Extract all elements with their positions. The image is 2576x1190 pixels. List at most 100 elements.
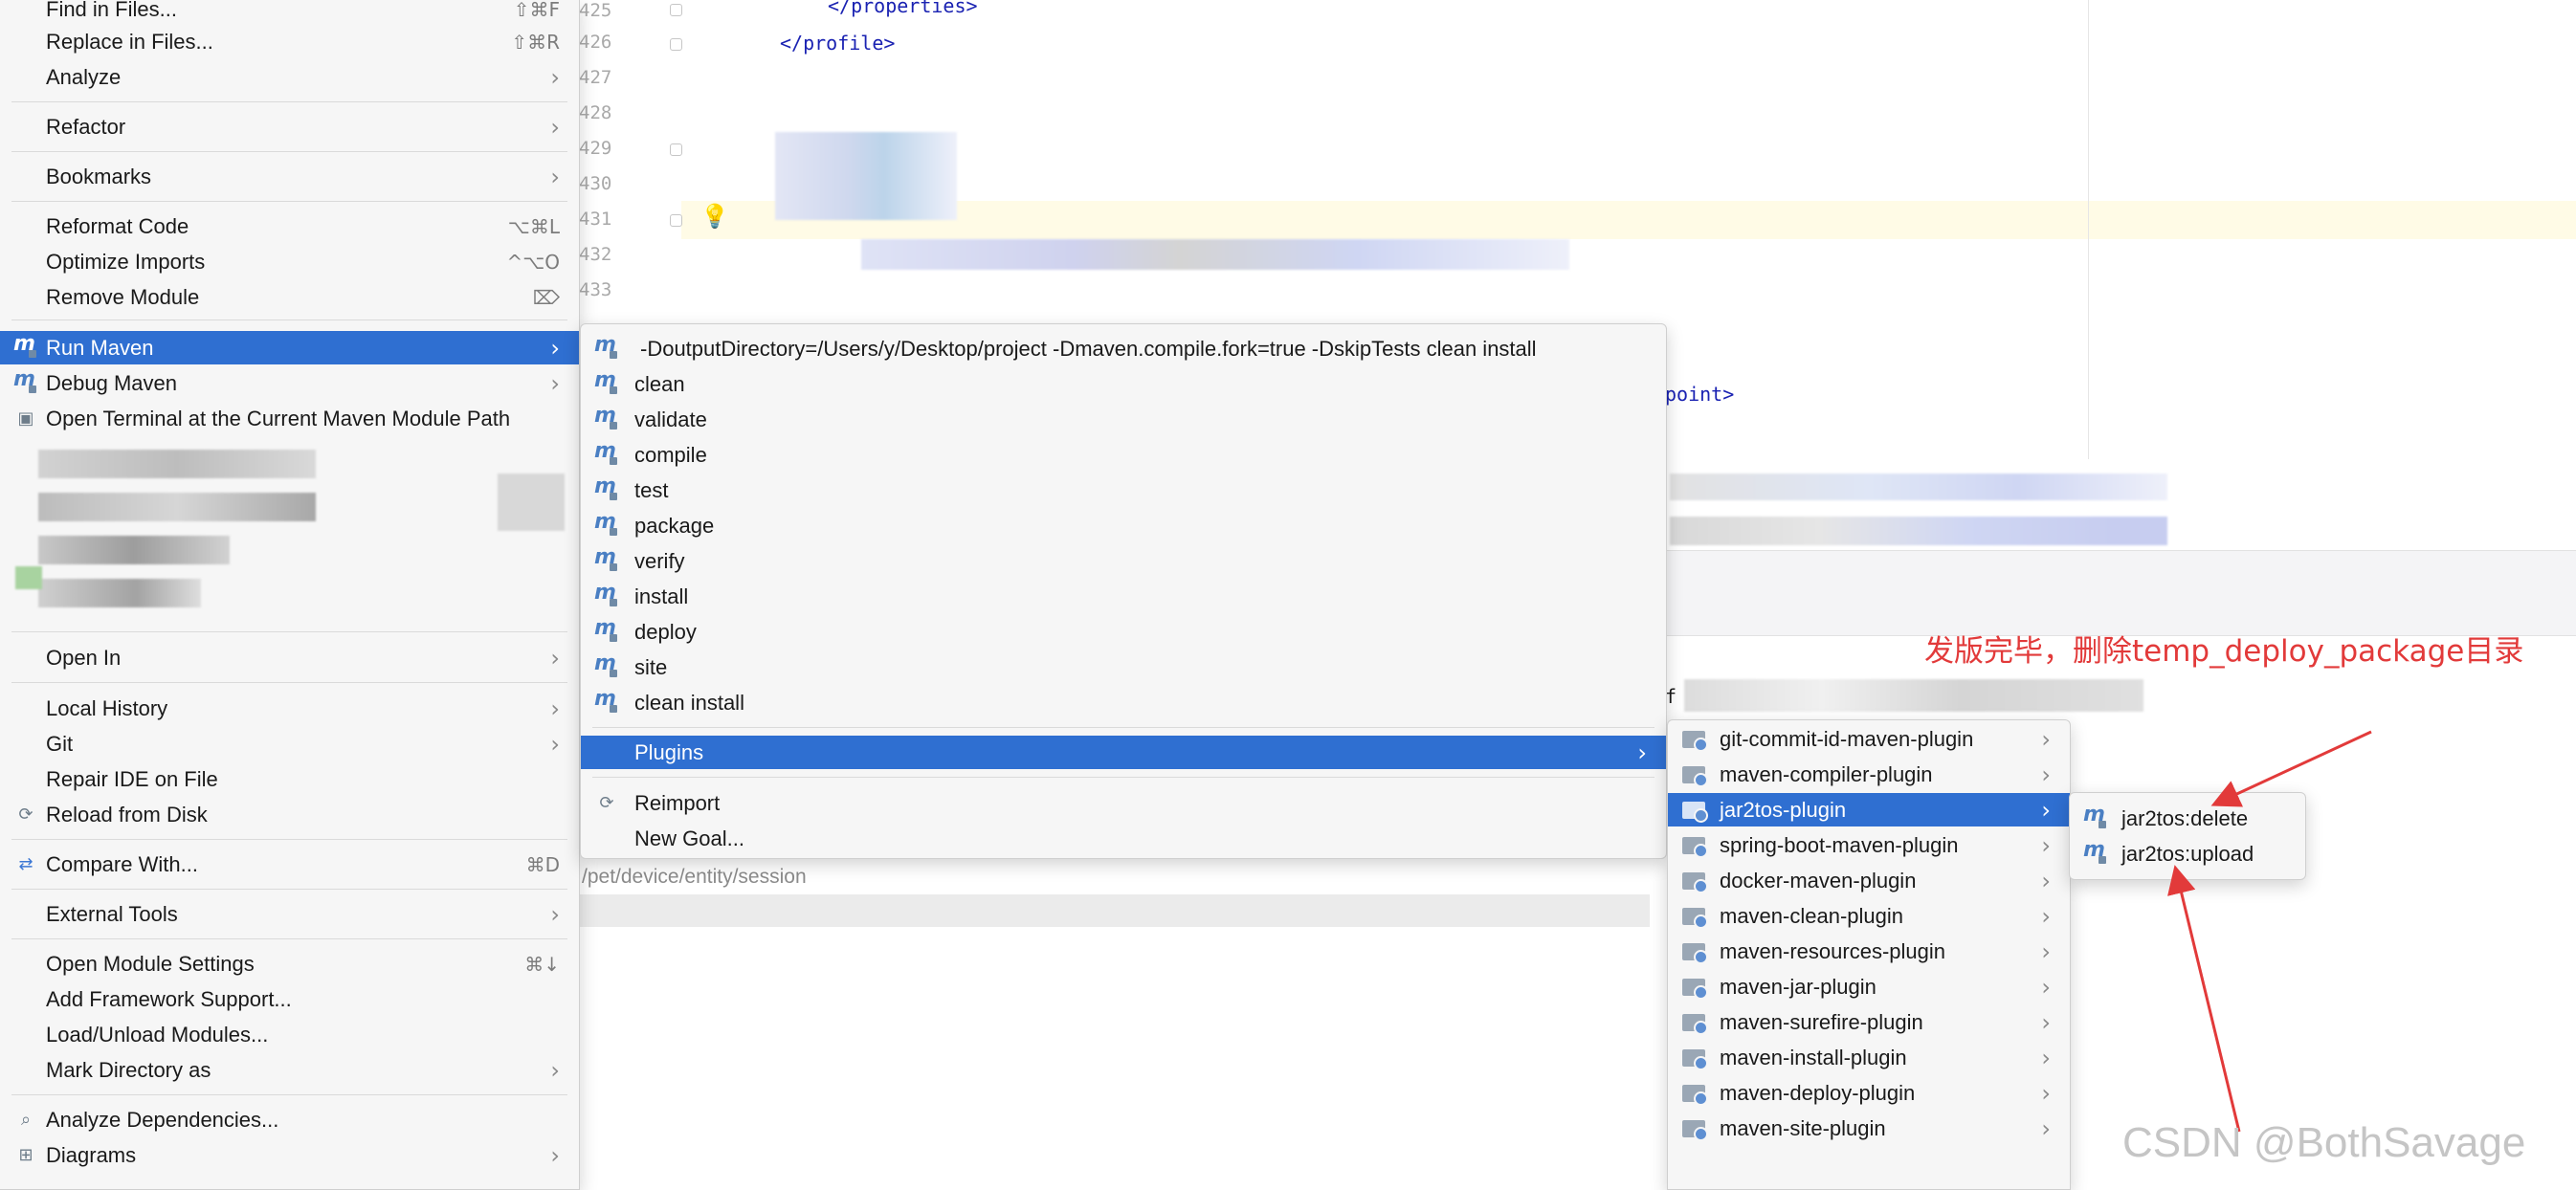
plugin-item[interactable]: maven-install-plugin › — [1668, 1041, 2070, 1074]
line-number: 427 — [579, 67, 612, 88]
run-maven-submenu: -DoutputDirectory=/Users/y/Desktop/proje… — [580, 323, 1667, 859]
plugin-item[interactable]: maven-clean-plugin › — [1668, 899, 2070, 933]
plugin-item[interactable]: spring-boot-maven-plugin › — [1668, 828, 2070, 862]
redacted-block — [38, 450, 316, 478]
chevron-right-icon: › — [2041, 760, 2051, 788]
maven-goal-icon — [594, 616, 619, 645]
plugin-item[interactable]: maven-surefire-plugin › — [1668, 1005, 2070, 1039]
menu-separator — [11, 938, 567, 939]
menu-item-plugins[interactable]: Plugins › — [581, 736, 1666, 769]
menu-item-debug-maven[interactable]: Debug Maven› — [0, 366, 579, 400]
maven-goal-item[interactable]: test — [581, 474, 1666, 507]
menu-separator — [592, 777, 1654, 778]
menu-item-new-goal[interactable]: New Goal... — [581, 822, 1666, 855]
plugin-item[interactable]: maven-jar-plugin › — [1668, 970, 2070, 1003]
plugin-item[interactable]: maven-compiler-plugin › — [1668, 758, 2070, 791]
chevron-right-icon: › — [550, 1056, 560, 1084]
plugin-item[interactable]: maven-deploy-plugin › — [1668, 1076, 2070, 1110]
analyze-deps-icon: ⌕ — [20, 1110, 32, 1130]
diagram-icon: ⊞ — [18, 1145, 33, 1165]
maven-goal-item[interactable]: clean — [581, 367, 1666, 401]
maven-run-icon — [13, 332, 38, 361]
current-line-highlight — [681, 201, 2576, 239]
redacted-block — [38, 493, 316, 521]
maven-goal-item[interactable]: compile — [581, 438, 1666, 472]
menu-item-reimport[interactable]: ⟳ Reimport — [581, 786, 1666, 820]
maven-goal-item[interactable]: package — [581, 509, 1666, 542]
menu-item-analyze-dependencies[interactable]: ⌕ Analyze Dependencies... — [0, 1103, 579, 1136]
maven-goal-icon — [594, 439, 619, 468]
plugin-item[interactable]: docker-maven-plugin › — [1668, 864, 2070, 897]
menu-item-load-unload-modules[interactable]: Load/Unload Modules... — [0, 1018, 579, 1051]
menu-item-replace-in-files[interactable]: Replace in Files... ⇧⌘R — [0, 25, 579, 58]
chevron-right-icon: › — [550, 113, 560, 141]
maven-goal-item[interactable]: install — [581, 580, 1666, 613]
menu-item-external-tools[interactable]: External Tools › — [0, 897, 579, 931]
plugin-icon — [1681, 727, 1708, 752]
menu-item-mark-directory-as[interactable]: Mark Directory as › — [0, 1053, 579, 1087]
chevron-right-icon: › — [550, 644, 560, 672]
maven-goal-item[interactable]: clean install — [581, 686, 1666, 719]
fold-marker[interactable] — [670, 38, 682, 51]
menu-item-diagrams[interactable]: ⊞ Diagrams › — [0, 1138, 579, 1172]
menu-item-open-in[interactable]: Open In › — [0, 641, 579, 674]
menu-item-reformat-code[interactable]: Reformat Code ⌥⌘L — [0, 209, 579, 243]
menu-item-git[interactable]: Git › — [0, 727, 579, 760]
line-number: 430 — [579, 173, 612, 194]
menu-item-reload-from-disk[interactable]: ⟳ Reload from Disk — [0, 798, 579, 831]
line-number: 431 — [579, 209, 612, 230]
maven-goal-item[interactable]: validate — [581, 403, 1666, 436]
chevron-right-icon: › — [2041, 725, 2051, 753]
plugin-item[interactable]: maven-site-plugin › — [1668, 1112, 2070, 1145]
menu-item-run-maven[interactable]: Run Maven› — [0, 331, 579, 364]
goal-jar2tos-delete[interactable]: jar2tos:delete — [2070, 802, 2305, 835]
maven-goal-item[interactable]: deploy — [581, 615, 1666, 649]
plugin-item-jar2tos[interactable]: jar2tos-plugin › — [1668, 793, 2070, 826]
maven-goal-icon — [594, 581, 619, 609]
chevron-right-icon: › — [2041, 973, 2051, 1001]
plugin-item[interactable]: maven-resources-plugin › — [1668, 935, 2070, 968]
menu-item-optimize-imports[interactable]: Optimize Imports ^⌥O — [0, 245, 579, 278]
list-row — [578, 894, 1650, 927]
plugin-icon — [1681, 798, 1708, 823]
maven-goal-icon — [594, 687, 619, 716]
menu-item-repair-ide[interactable]: Repair IDE on File — [0, 762, 579, 796]
menu-item-compare-with[interactable]: ⇄ Compare With... ⌘D — [0, 848, 579, 881]
plugin-item[interactable]: git-commit-id-maven-plugin › — [1668, 722, 2070, 756]
maven-goal-item[interactable]: site — [581, 650, 1666, 684]
fold-marker[interactable] — [670, 143, 682, 156]
maven-goal-item[interactable]: -DoutputDirectory=/Users/y/Desktop/proje… — [581, 332, 1666, 365]
path-text: /pet/device/entity/session — [582, 866, 807, 888]
chevron-right-icon: › — [2041, 1114, 2051, 1142]
menu-item-open-terminal-maven[interactable]: ▣ Open Terminal at the Current Maven Modu… — [0, 402, 579, 435]
code-line: </profile> — [780, 32, 896, 55]
maven-goal-item[interactable]: verify — [581, 544, 1666, 578]
menu-item-open-module-settings[interactable]: Open Module Settings ⌘↓ — [0, 947, 579, 981]
menu-item-remove-module[interactable]: Remove Module ⌦ — [0, 280, 579, 314]
redacted-block — [861, 239, 1569, 270]
plugin-icon — [1681, 1010, 1708, 1035]
plugin-icon — [1681, 939, 1708, 964]
menu-item-find-in-files[interactable]: Find in Files... ⇧⌘F — [0, 0, 579, 26]
fold-marker[interactable] — [670, 214, 682, 227]
line-number: 432 — [579, 244, 612, 265]
fold-marker[interactable] — [670, 4, 682, 16]
chevron-right-icon: › — [2041, 937, 2051, 965]
lightbulb-icon[interactable]: 💡 — [700, 203, 729, 230]
plugin-icon — [1681, 975, 1708, 1000]
redacted-block — [1670, 474, 2167, 500]
maven-goal-icon — [594, 404, 619, 432]
plugins-submenu: git-commit-id-maven-plugin › maven-compil… — [1667, 719, 2071, 1190]
maven-goal-icon — [2083, 803, 2108, 831]
line-number: 425 — [579, 0, 612, 21]
menu-item-local-history[interactable]: Local History › — [0, 692, 579, 725]
menu-item-add-framework-support[interactable]: Add Framework Support... — [0, 982, 579, 1016]
menu-item-refactor[interactable]: Refactor › — [0, 110, 579, 143]
goal-jar2tos-upload[interactable]: jar2tos:upload — [2070, 837, 2305, 870]
menu-item-analyze[interactable]: Analyze › — [0, 60, 579, 94]
chevron-right-icon: › — [550, 163, 560, 190]
menu-separator — [11, 101, 567, 102]
redacted-block — [38, 536, 230, 564]
menu-item-bookmarks[interactable]: Bookmarks › — [0, 160, 579, 193]
redacted-block — [38, 579, 201, 607]
